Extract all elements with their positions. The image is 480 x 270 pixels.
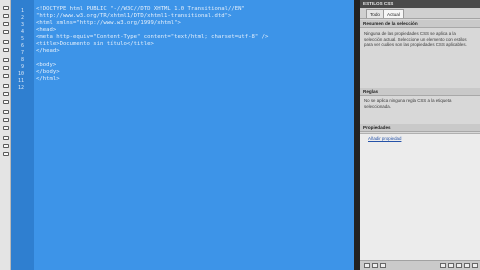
- line-numbers-icon[interactable]: [3, 58, 9, 62]
- line-number: 11: [17, 78, 24, 84]
- properties-header[interactable]: Propiedades: [360, 124, 480, 132]
- line-number: 5: [20, 36, 24, 42]
- balance-braces-icon[interactable]: [3, 48, 9, 52]
- select-parent-tag-icon[interactable]: [3, 40, 9, 44]
- code-line[interactable]: </head>: [36, 48, 60, 55]
- expand-all-icon[interactable]: [3, 30, 9, 34]
- indent-code-icon[interactable]: [3, 136, 9, 140]
- line-number: 6: [20, 43, 24, 49]
- summary-text: Ninguna de las propiedades CSS se aplica…: [364, 31, 467, 47]
- disable-icon[interactable]: [464, 263, 470, 268]
- az-sort-icon[interactable]: [372, 263, 378, 268]
- code-editor[interactable]: <!DOCTYPE html PUBLIC "-//W3C//DTD XHTML…: [34, 0, 354, 270]
- line-number: 10: [17, 71, 24, 77]
- panel-title-bar: ESTILOS CSS: [360, 0, 480, 8]
- move-css-icon[interactable]: [3, 126, 9, 130]
- code-line[interactable]: <head>: [36, 27, 56, 34]
- open-documents-icon[interactable]: [3, 6, 9, 10]
- code-line[interactable]: <meta http-equiv="Content-Type" content=…: [36, 34, 268, 41]
- line-number: 3: [20, 22, 24, 28]
- word-wrap-icon[interactable]: [3, 74, 9, 78]
- left-toolbar: [0, 0, 11, 270]
- rules-header[interactable]: Reglas: [360, 88, 480, 96]
- tab-current[interactable]: Actual: [383, 9, 404, 18]
- line-number: 4: [20, 29, 24, 35]
- syntax-error-icon[interactable]: [3, 84, 9, 88]
- properties-list: Añadir propiedad: [360, 133, 480, 260]
- code-line[interactable]: <body>: [36, 62, 56, 69]
- code-line[interactable]: <!DOCTYPE html PUBLIC "-//W3C//DTD XHTML…: [36, 6, 245, 13]
- wrap-tag-icon[interactable]: [3, 110, 9, 114]
- line-number: 2: [20, 15, 24, 21]
- recent-snippets-icon[interactable]: [3, 118, 9, 122]
- code-line[interactable]: "http://www.w3.org/TR/xhtml1/DTD/xhtml1-…: [36, 13, 231, 20]
- new-rule-icon[interactable]: [448, 263, 454, 268]
- panel-title: ESTILOS CSS: [363, 1, 394, 6]
- tab-all[interactable]: Todo: [366, 9, 384, 18]
- line-number: 8: [20, 57, 24, 63]
- attach-style-icon[interactable]: [440, 263, 446, 268]
- outdent-code-icon[interactable]: [3, 144, 9, 148]
- format-source-icon[interactable]: [3, 152, 9, 156]
- css-mode-tabs: Todo Actual: [360, 8, 480, 19]
- apply-comment-icon[interactable]: [3, 92, 9, 96]
- remove-comment-icon[interactable]: [3, 100, 9, 104]
- line-number: 12: [17, 85, 24, 91]
- collapse-selection-icon[interactable]: [3, 22, 9, 26]
- line-number: 9: [20, 64, 24, 70]
- line-number: 7: [20, 50, 24, 56]
- code-line[interactable]: </html>: [36, 76, 60, 83]
- add-property-link[interactable]: Añadir propiedad: [368, 136, 401, 141]
- collapse-tag-icon[interactable]: [3, 14, 9, 18]
- panel-bottom-toolbar: [360, 260, 480, 270]
- summary-header[interactable]: Resumen de la selección: [360, 20, 480, 28]
- rules-text: No se aplica ninguna regla CSS a la etiq…: [364, 98, 452, 109]
- edit-rule-icon[interactable]: [456, 263, 462, 268]
- star-view-icon[interactable]: [380, 263, 386, 268]
- code-line[interactable]: <title>Documento sin título</title>: [36, 41, 154, 48]
- delete-icon[interactable]: [472, 263, 478, 268]
- line-number-gutter: 1 2 3 4 5 6 7 8 9 10 11 12: [11, 0, 34, 270]
- line-number: 1: [20, 8, 24, 14]
- code-line[interactable]: </body>: [36, 69, 60, 76]
- code-line[interactable]: <html xmlns="http://www.w3.org/1999/xhtm…: [36, 20, 181, 27]
- css-styles-panel: ESTILOS CSS Todo Actual Resumen de la se…: [360, 0, 480, 270]
- highlight-invalid-icon[interactable]: [3, 66, 9, 70]
- list-view-icon[interactable]: [364, 263, 370, 268]
